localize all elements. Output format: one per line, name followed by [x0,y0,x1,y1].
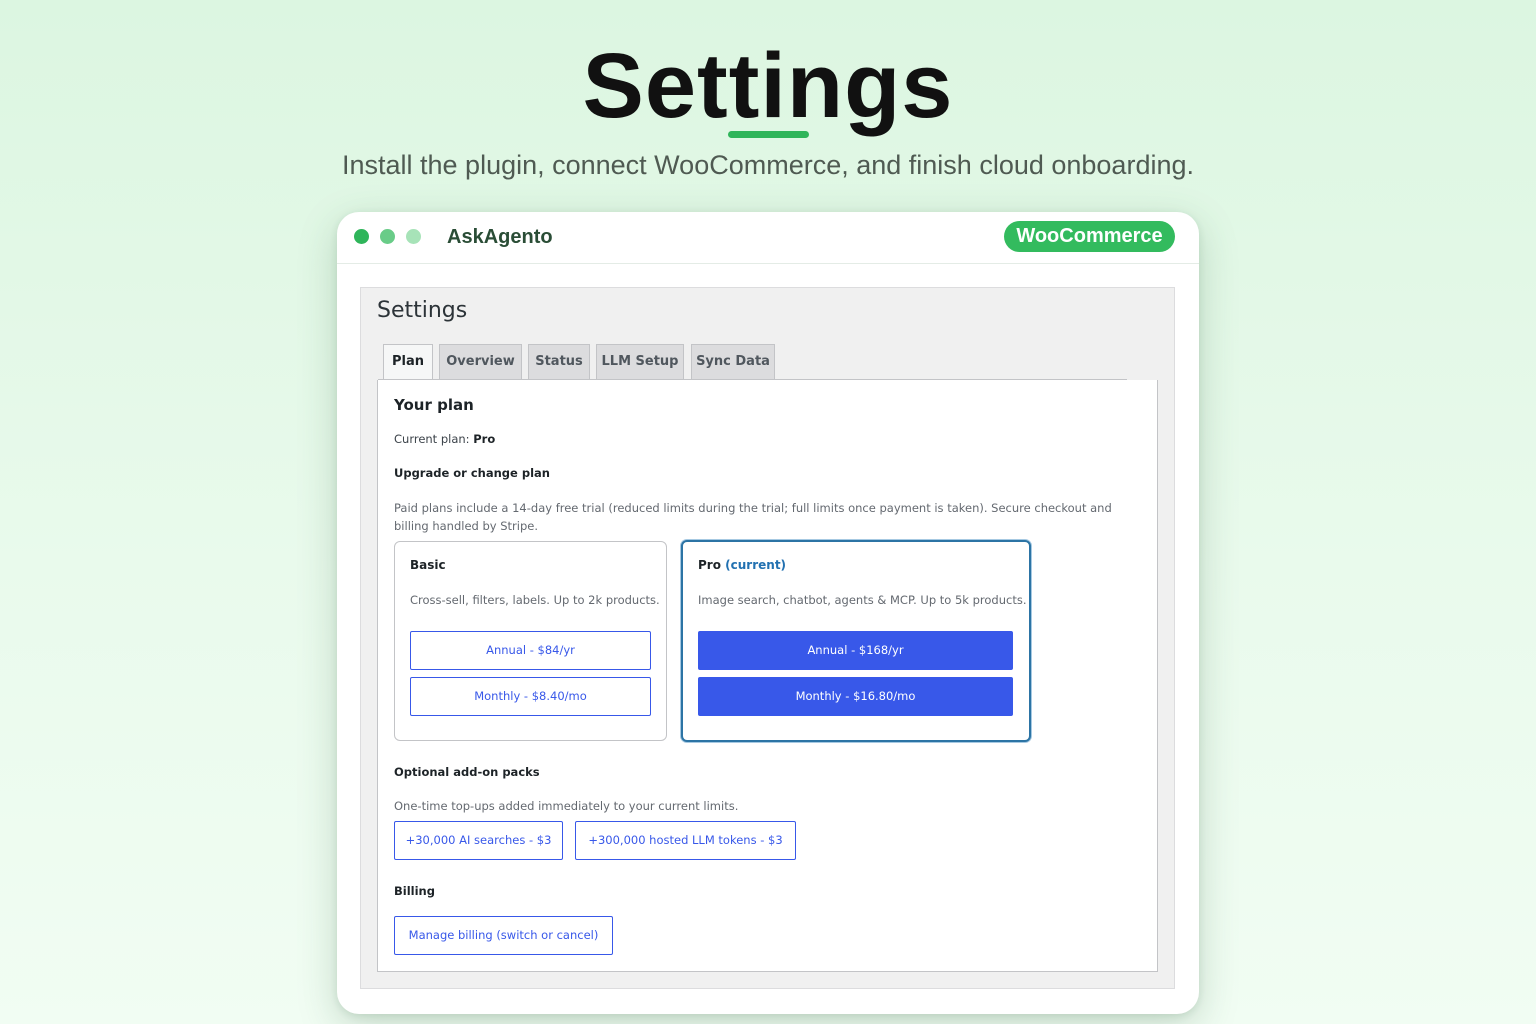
tab-llm-setup[interactable]: LLM Setup [596,344,684,380]
settings-page: Settings Plan Overview Status LLM Setup … [360,287,1175,989]
current-plan-value: Pro [473,432,496,446]
addon-ai-searches-button[interactable]: +30,000 AI searches - $3 [394,821,563,860]
plan-name: Basic [410,558,446,572]
app-window: AskAgento WooCommerce Settings Plan Over… [337,212,1199,1014]
pro-monthly-button[interactable]: Monthly - $16.80/mo [698,677,1013,716]
billing-heading: Billing [394,884,435,898]
woocommerce-badge: WooCommerce [1004,221,1175,252]
tab-sync-data[interactable]: Sync Data [691,344,775,380]
plan-description: Image search, chatbot, agents & MCP. Up … [698,593,1027,607]
your-plan-heading: Your plan [394,396,474,414]
plan-card-pro: Pro (current) Image search, chatbot, age… [681,540,1031,742]
plan-panel: Your plan Current plan: Pro Upgrade or c… [377,380,1158,972]
basic-annual-button[interactable]: Annual - $84/yr [410,631,651,670]
pro-annual-button[interactable]: Annual - $168/yr [698,631,1013,670]
tab-status[interactable]: Status [528,344,590,380]
basic-monthly-button[interactable]: Monthly - $8.40/mo [410,677,651,716]
app-name: AskAgento [447,226,553,248]
addons-note: One-time top-ups added immediately to yo… [394,799,739,813]
hero-underline [728,131,809,138]
window-dot-icon [354,229,369,244]
current-plan-line: Current plan: Pro [394,430,495,448]
upgrade-heading: Upgrade or change plan [394,466,550,480]
addons-heading: Optional add-on packs [394,765,540,779]
window-dot-icon [380,229,395,244]
window-titlebar: AskAgento WooCommerce [337,212,1199,264]
trial-note: Paid plans include a 14-day free trial (… [394,501,1112,533]
hero-subtitle: Install the plugin, connect WooCommerce,… [341,150,1194,180]
page-title: Settings [377,298,468,323]
current-plan-tag: (current) [725,558,787,572]
manage-billing-button[interactable]: Manage billing (switch or cancel) [394,916,613,955]
plan-name-line: Pro (current) [698,558,786,572]
tab-plan[interactable]: Plan [383,344,433,381]
hero-title: Settings [582,35,954,137]
plan-description: Cross-sell, filters, labels. Up to 2k pr… [410,593,660,607]
plan-card-basic: Basic Cross-sell, filters, labels. Up to… [394,541,667,741]
tab-overview[interactable]: Overview [439,344,522,380]
current-plan-label: Current plan: [394,432,470,446]
window-dot-icon [406,229,421,244]
plan-name: Pro [698,558,721,572]
addon-llm-tokens-button[interactable]: +300,000 hosted LLM tokens - $3 [575,821,796,860]
